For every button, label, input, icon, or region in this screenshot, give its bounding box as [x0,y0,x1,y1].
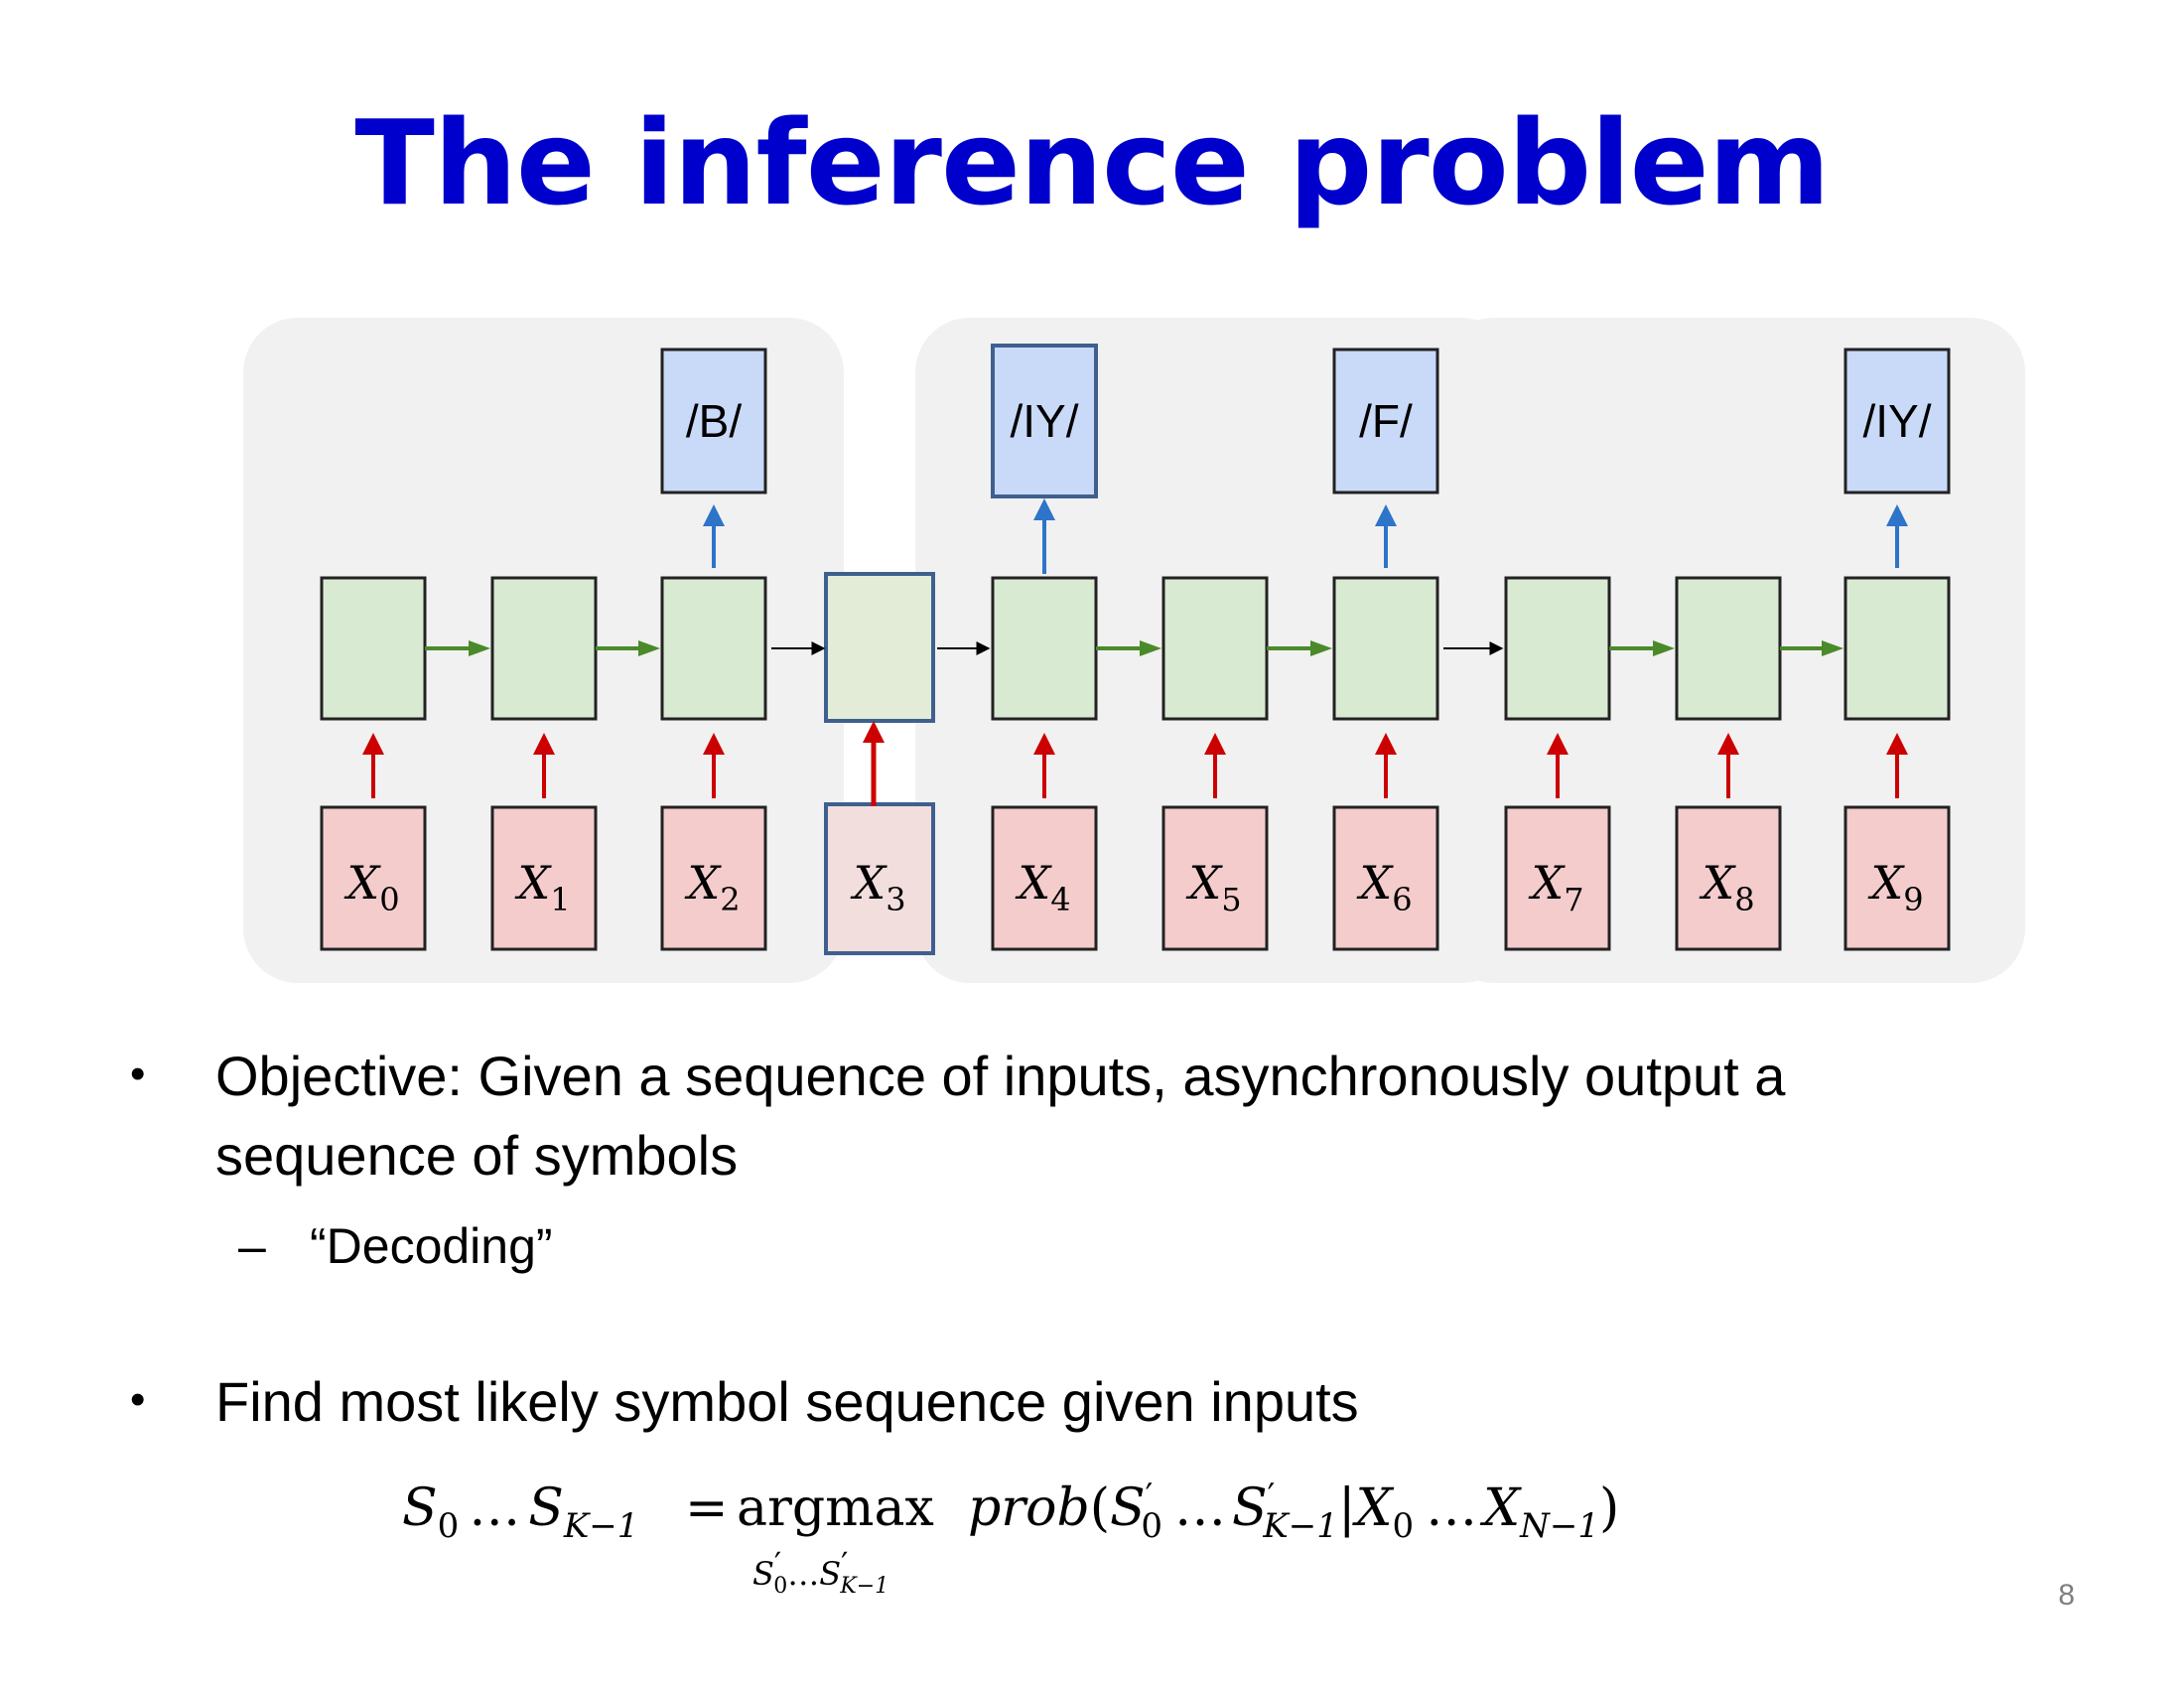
svg-text:S0…SK−1: S0… SK−1 [402,1478,638,1546]
eq-argmax: argmax [737,1478,934,1538]
eq-argmax-subscript: S′ 0…S′ K−1 [752,1545,888,1599]
eq-prob: prob(S′ 0… S′ K−1|X0… XN−1) [968,1477,1619,1546]
argmax-equation: S0… SK−1 = argmax S′ 0…S′ K−1 prob(S′ 0… S′ K−… [402,1477,1619,1599]
page-number: 8 [2058,1579,2075,1612]
eq-equals: = [685,1478,729,1538]
eq-lhs-s: S [402,1478,438,1538]
